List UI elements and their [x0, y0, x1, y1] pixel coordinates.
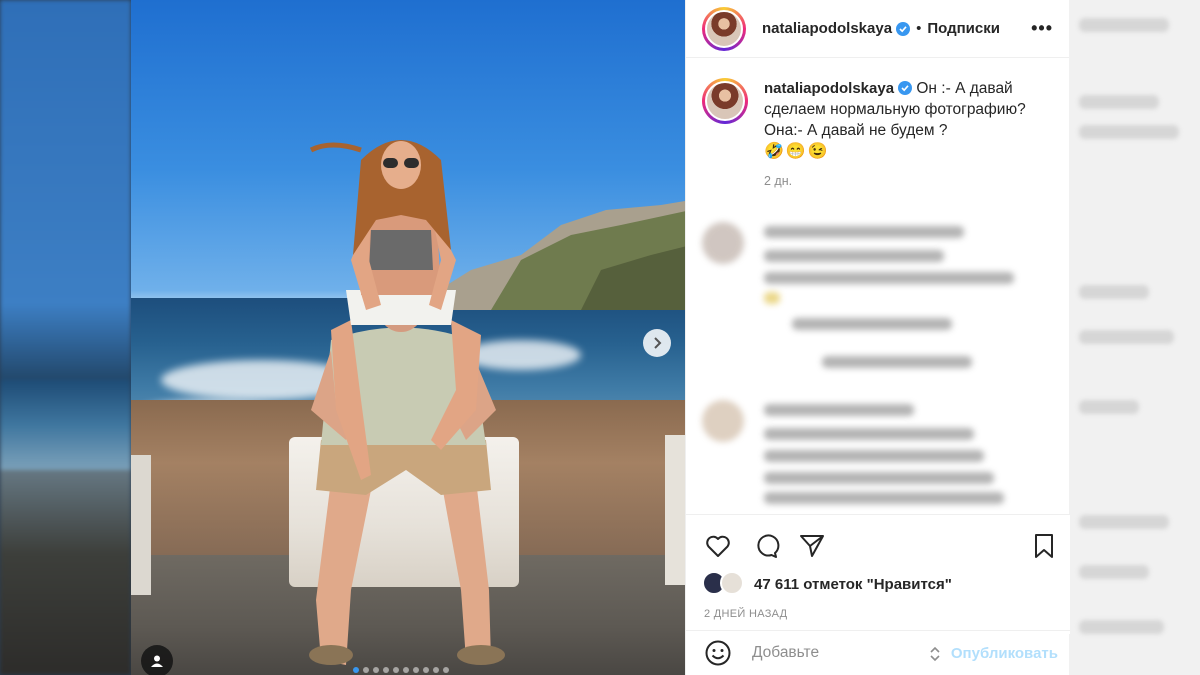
verified-badge-icon [896, 21, 911, 36]
post-date: 2 ДНЕЙ НАЗАД [704, 608, 788, 620]
blurred-comment [702, 400, 1052, 515]
author-avatar[interactable] [702, 6, 746, 51]
carousel-dot [353, 667, 359, 673]
caption-timestamp: 2 дн. [764, 174, 793, 188]
verified-badge-icon [898, 81, 913, 95]
caption-avatar[interactable] [702, 78, 748, 124]
background-right-blur [1069, 0, 1200, 675]
carousel-dot [413, 667, 419, 673]
post-caption: nataliapodolskaya Он :- А давай сделаем … [702, 78, 1062, 192]
tagged-users-button[interactable] [141, 645, 173, 675]
following-button[interactable]: Подписки [927, 20, 1000, 37]
add-comment-bar: Опубликовать [686, 630, 1070, 675]
carousel-dot [443, 667, 449, 673]
carousel-dots [353, 667, 449, 673]
post-side-panel: nataliapodolskaya • Подписки ••• natalia… [685, 0, 1070, 675]
people-figure [309, 140, 505, 665]
carousel-dot [393, 667, 399, 673]
carousel-dot [383, 667, 389, 673]
header-separator: • [916, 20, 922, 37]
post-header: nataliapodolskaya • Подписки ••• [686, 0, 1069, 58]
next-photo-button[interactable] [643, 329, 671, 357]
likers-avatars [702, 571, 748, 597]
comment-input[interactable] [752, 644, 912, 662]
chevron-right-icon [654, 337, 662, 349]
caption-emojis: 🤣😁😉 [764, 143, 830, 160]
carousel-dot [363, 667, 369, 673]
carousel-dot [373, 667, 379, 673]
expand-input-icon[interactable] [928, 645, 942, 663]
post-actions: 47 611 отметок "Нравится" 2 ДНЕЙ НАЗАД [686, 514, 1070, 634]
like-heart-icon[interactable] [704, 532, 732, 560]
user-icon [151, 655, 163, 667]
more-options-button[interactable]: ••• [1031, 18, 1053, 39]
carousel-dot [403, 667, 409, 673]
author-username[interactable]: nataliapodolskaya [762, 20, 892, 37]
carousel-dot [423, 667, 429, 673]
share-send-icon[interactable] [798, 532, 826, 560]
likes-count[interactable]: 47 611 отметок "Нравится" [754, 576, 952, 593]
post-photo[interactable] [131, 0, 685, 675]
background-left-blur [0, 0, 131, 675]
likes-summary[interactable]: 47 611 отметок "Нравится" [702, 571, 952, 597]
blurred-comment [702, 222, 1052, 382]
emoji-smile-icon[interactable] [704, 639, 732, 667]
carousel-dot [433, 667, 439, 673]
save-bookmark-icon[interactable] [1030, 532, 1058, 560]
comment-icon[interactable] [752, 532, 780, 560]
caption-username[interactable]: nataliapodolskaya [764, 80, 894, 97]
publish-button[interactable]: Опубликовать [951, 645, 1058, 662]
caption-text-line2: Она:- А давай не будем ? [764, 122, 948, 139]
